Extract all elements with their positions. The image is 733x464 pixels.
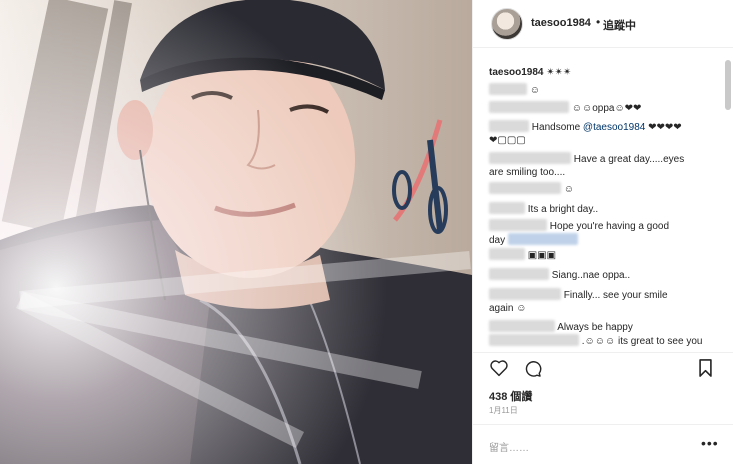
comment-item: ☺ <box>489 83 721 97</box>
comment-text: ☺ <box>563 184 574 195</box>
comment-icon[interactable] <box>523 359 542 378</box>
like-count[interactable]: 438 個讚 <box>489 388 532 404</box>
post-header: taesoo1984 • 追蹤中 <box>473 0 733 48</box>
comment-item: Always be happy .☺☺☺ its great to see yo… <box>489 320 721 348</box>
comment-item: ☺☺oppa☺❤❤ <box>489 101 721 115</box>
comment-text: Its a bright day.. <box>527 204 599 215</box>
mention-link[interactable]: @taesoo1984 <box>583 122 645 133</box>
post-panel: taesoo1984 • 追蹤中 taesoo1984 ✴✴✴ ☺ ☺☺oppa… <box>472 0 733 464</box>
comment-item: Siang..nae oppa.. <box>489 268 721 282</box>
comment-text: day <box>489 235 506 246</box>
comment-text: Always be happy <box>557 322 633 333</box>
blurred-username <box>489 334 579 346</box>
comment-item: Handsome @taesoo1984 ❤❤❤❤ ❤▢▢▢ <box>489 120 721 147</box>
blurred-username <box>489 182 561 194</box>
post-date[interactable]: 1月11日 <box>489 405 518 416</box>
comments-scrollbar[interactable] <box>725 60 731 110</box>
blurred-username <box>489 120 529 132</box>
comment-item: ▣▣▣ <box>489 248 721 262</box>
comment-text: ☺☺oppa☺❤❤ <box>571 103 642 114</box>
comment-text: Handsome <box>531 122 583 133</box>
comment-text: are smiling too.... <box>489 167 566 178</box>
comment-input[interactable]: 留言…… <box>489 439 529 454</box>
comment-item: ☺ <box>489 182 721 196</box>
blurred-username <box>489 248 525 260</box>
comment-text: ▣▣▣ <box>527 250 557 261</box>
blurred-username <box>489 101 569 113</box>
header-separator: • <box>596 15 601 29</box>
blurred-username <box>489 152 571 164</box>
blurred-username <box>489 268 549 280</box>
comment-text: Hope you're having a good <box>549 221 669 232</box>
comments-list: taesoo1984 ✴✴✴ ☺ ☺☺oppa☺❤❤ Handsome @tae… <box>473 58 725 350</box>
following-button[interactable]: 追蹤中 <box>603 17 636 33</box>
blurred-username <box>489 320 555 332</box>
avatar[interactable] <box>491 8 523 40</box>
blurred-username <box>489 202 525 214</box>
comment-item: Have a great day.....eyes are smiling to… <box>489 152 721 179</box>
caption-username[interactable]: taesoo1984 <box>489 67 543 78</box>
blurred-username <box>489 83 527 95</box>
blurred-username <box>489 288 561 300</box>
post-photo[interactable] <box>0 0 472 464</box>
heart-icon[interactable] <box>489 359 509 377</box>
action-bar <box>473 352 733 382</box>
comment-item: Hope you're having a good day <box>489 219 721 247</box>
blurred-mention <box>507 233 578 245</box>
comment-text: Siang..nae oppa.. <box>551 270 631 281</box>
bookmark-icon[interactable] <box>698 359 713 377</box>
comment-text: ☺ <box>529 85 540 96</box>
comment-text: Have a great day.....eyes <box>573 154 685 165</box>
comment-item: Its a bright day.. <box>489 202 721 216</box>
comment-item: Finally... see your smile again ☺ <box>489 288 721 315</box>
caption-text: ✴✴✴ <box>546 67 572 78</box>
comment-text: ❤❤❤❤ <box>645 122 682 133</box>
header-username[interactable]: taesoo1984 <box>531 17 591 29</box>
more-options-icon[interactable]: ••• <box>701 435 719 451</box>
comment-text: Finally... see your smile <box>563 290 668 301</box>
add-comment-bar: 留言…… ••• <box>473 424 733 464</box>
selfie-photo <box>0 0 472 464</box>
caption: taesoo1984 ✴✴✴ <box>489 66 721 79</box>
comment-text: ❤▢▢▢ <box>489 135 526 146</box>
blurred-username <box>489 219 547 231</box>
comment-text: .☺☺☺ its great to see you <box>581 336 703 347</box>
comment-text: again ☺ <box>489 303 527 314</box>
